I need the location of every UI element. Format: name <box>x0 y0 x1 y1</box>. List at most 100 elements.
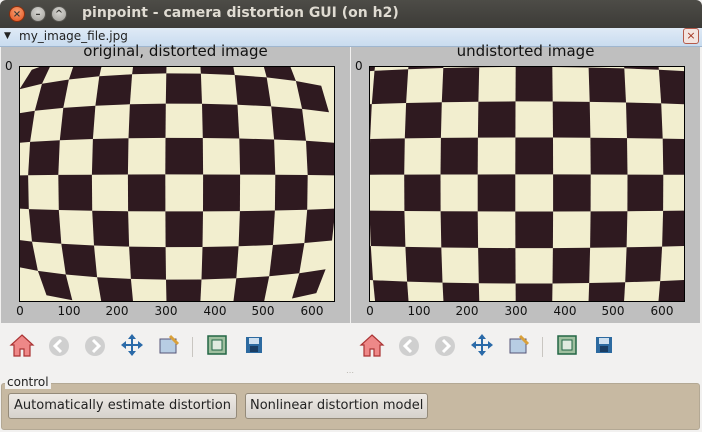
checker-square <box>371 69 409 105</box>
checker-square <box>306 140 334 176</box>
y-tick-label: 0 <box>355 59 363 73</box>
x-tick-label: 600 <box>650 304 674 318</box>
checker-square <box>61 243 98 278</box>
toolbar-separator <box>542 337 543 357</box>
toolbar-separator <box>192 337 193 357</box>
checkerboard-image-undistorted <box>370 67 684 301</box>
zoom-icon[interactable] <box>505 331 533 359</box>
x-tick-label: 100 <box>407 304 431 318</box>
pane-resize-handle[interactable]: ⋯ <box>346 368 354 377</box>
checker-square <box>132 67 167 75</box>
window-titlebar[interactable]: × – ^ pinpoint - camera distortion GUI (… <box>0 0 702 28</box>
checker-square <box>515 137 554 175</box>
home-icon[interactable] <box>8 331 36 359</box>
zoom-icon[interactable] <box>155 331 183 359</box>
checker-square <box>515 67 553 102</box>
checker-square <box>165 73 202 104</box>
checker-square <box>553 174 591 212</box>
home-icon[interactable] <box>358 331 386 359</box>
checker-square <box>92 210 130 247</box>
checker-square <box>59 105 96 141</box>
checker-square <box>590 137 628 175</box>
checker-square <box>373 280 409 301</box>
window-title: pinpoint - camera distortion GUI (on h2) <box>82 5 399 21</box>
pan-icon[interactable] <box>468 331 496 359</box>
checker-square <box>626 102 663 139</box>
auto-estimate-distortion-button[interactable]: Automatically estimate distortion <box>8 393 237 419</box>
checker-square <box>441 67 480 103</box>
checker-square <box>97 277 134 301</box>
checker-square <box>627 174 664 212</box>
x-tick-label: 200 <box>455 304 479 318</box>
x-tick-label: 0 <box>16 304 24 318</box>
window-minimize-button[interactable]: – <box>30 6 46 22</box>
checker-square <box>127 174 166 212</box>
x-tick-label: 500 <box>251 304 275 318</box>
x-tick-label: 400 <box>553 304 577 318</box>
checker-square <box>477 101 516 138</box>
back-icon[interactable] <box>395 331 423 359</box>
checker-square <box>662 138 684 175</box>
checker-square <box>166 279 202 301</box>
nonlinear-distortion-model-button[interactable]: Nonlinear distortion model <box>245 393 428 419</box>
figure-title-original: original, distorted image <box>83 42 268 60</box>
checker-square <box>269 243 305 277</box>
back-icon[interactable] <box>45 331 73 359</box>
pan-icon[interactable] <box>118 331 146 359</box>
checker-square <box>28 140 60 176</box>
plot-axes-original[interactable] <box>19 66 335 302</box>
checker-square <box>238 210 275 247</box>
forward-icon[interactable] <box>431 331 459 359</box>
save-icon[interactable] <box>240 331 268 359</box>
x-tick-label: 400 <box>203 304 227 318</box>
checker-square <box>625 246 663 283</box>
checker-square <box>304 208 334 243</box>
checker-square <box>91 138 129 175</box>
checker-square <box>590 211 628 248</box>
checker-square <box>658 69 684 105</box>
checker-square <box>202 103 240 139</box>
checker-square <box>28 209 62 244</box>
checker-square <box>552 247 591 284</box>
checker-square <box>477 174 516 212</box>
checker-square <box>440 211 479 248</box>
checker-square <box>274 174 308 211</box>
x-tick-label: 300 <box>154 304 178 318</box>
checker-square <box>370 210 406 247</box>
subplots-icon[interactable] <box>203 331 231 359</box>
checker-square <box>234 75 272 107</box>
checker-square <box>515 211 554 249</box>
window-maximize-button[interactable]: ^ <box>51 6 67 22</box>
checker-square <box>20 175 29 210</box>
figure-original: original, distorted image 0 0 100 200 30… <box>1 42 350 323</box>
checker-square <box>588 282 626 301</box>
expand-icon[interactable]: ▼ <box>4 31 11 41</box>
subplots-icon[interactable] <box>553 331 581 359</box>
checker-square <box>404 174 441 212</box>
checker-square <box>271 106 306 141</box>
checker-square <box>658 280 684 301</box>
x-tick-label: 300 <box>504 304 528 318</box>
checker-square <box>440 137 478 175</box>
plot-axes-undistorted[interactable] <box>369 66 685 302</box>
checker-square <box>128 103 166 139</box>
checker-square <box>552 101 591 138</box>
checker-square <box>239 138 276 175</box>
checker-square <box>95 74 133 106</box>
checker-square <box>165 211 203 248</box>
checker-square <box>662 210 684 247</box>
save-icon[interactable] <box>590 331 618 359</box>
figure-title-undistorted: undistorted image <box>456 42 595 60</box>
checker-square <box>515 283 553 301</box>
checkerboard-image-original <box>20 67 334 301</box>
forward-icon[interactable] <box>81 331 109 359</box>
window-close-button[interactable]: × <box>9 6 25 22</box>
control-panel-label: control <box>5 375 51 389</box>
checker-square <box>203 174 241 212</box>
checker-square <box>588 67 626 103</box>
figure-undistorted: undistorted image 0 0 100 200 300 400 50… <box>351 42 700 323</box>
x-tick-label: 0 <box>366 304 374 318</box>
checker-square <box>405 246 443 283</box>
x-tick-label: 100 <box>57 304 81 318</box>
checker-square <box>58 174 93 211</box>
